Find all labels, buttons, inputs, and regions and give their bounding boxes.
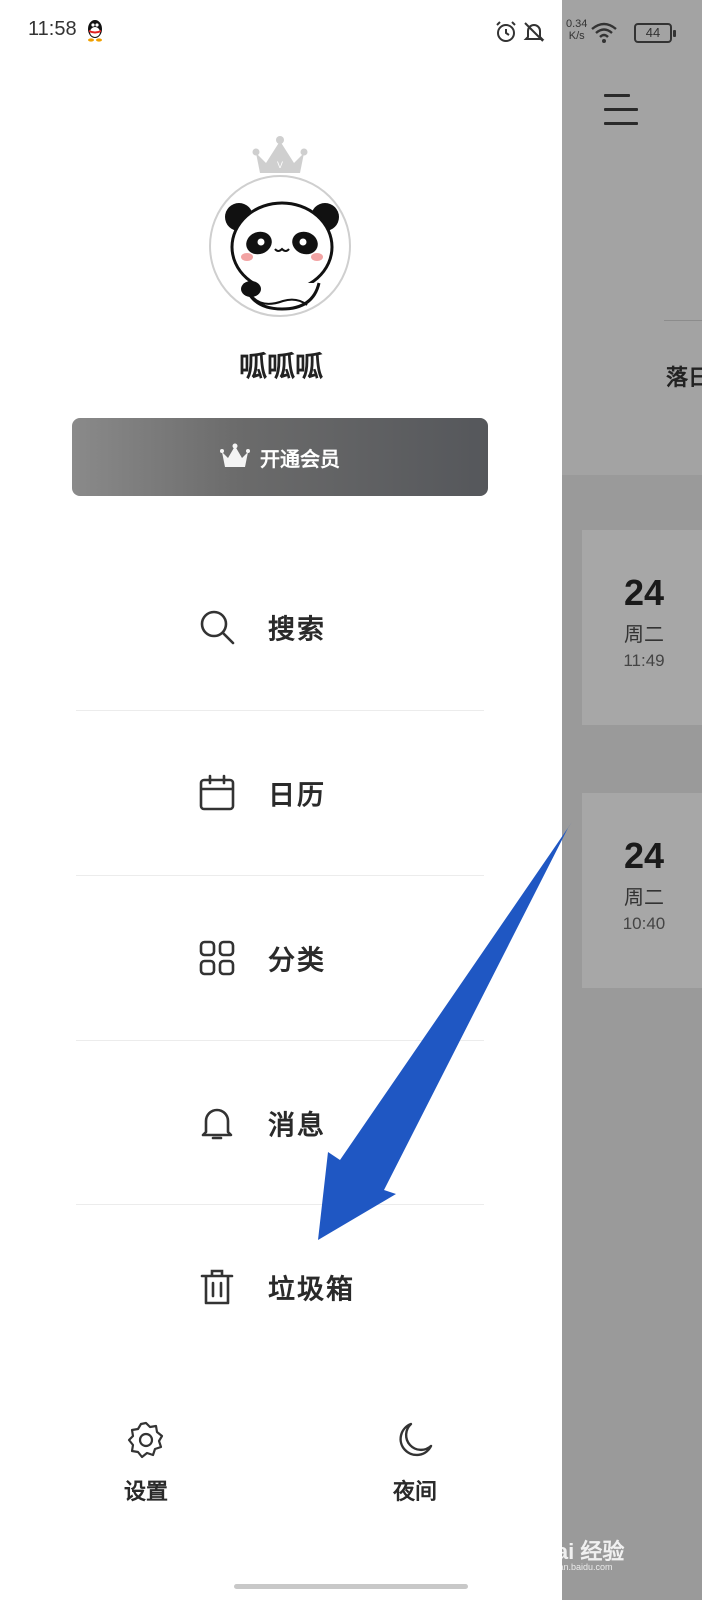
vip-crown-icon: V — [252, 136, 308, 173]
note-day: 24 — [623, 572, 665, 613]
avatar-area[interactable]: V — [205, 135, 355, 317]
menu-icon[interactable] — [604, 94, 638, 126]
open-vip-button[interactable]: 开通会员 — [72, 418, 488, 496]
main-header-area: 落日 — [562, 0, 702, 475]
night-mode-button[interactable]: 夜间 — [355, 1420, 475, 1510]
menu-item-messages[interactable]: 消息 — [76, 1041, 484, 1205]
battery-indicator: 44 — [634, 23, 676, 43]
settings-label: 设置 — [123, 1480, 168, 1505]
menu-item-trash[interactable]: 垃圾箱 — [76, 1205, 484, 1369]
main-screen-background[interactable]: 落日 24 周二 11:49 24 周二 10:40 — [562, 0, 702, 1600]
net-speed: 0.34 K/s — [566, 18, 588, 42]
panda-avatar-icon — [225, 201, 339, 311]
note-card[interactable]: 24 周二 11:49 — [582, 530, 702, 725]
svg-text:V: V — [277, 160, 283, 170]
qq-icon — [88, 20, 102, 42]
menu-item-search[interactable]: 搜索 — [76, 545, 484, 709]
avatar[interactable] — [209, 175, 351, 317]
note-day: 24 — [623, 835, 665, 876]
note-title: 落日 — [666, 366, 702, 391]
menu-label: 分类 — [268, 945, 326, 977]
status-bar: 11:58 0.34 K/s 44 — [0, 0, 676, 64]
bell-icon — [201, 1108, 233, 1140]
menu-item-category[interactable]: 分类 — [76, 876, 484, 1040]
status-icons: 0.34 K/s 44 — [496, 16, 702, 48]
navigation-drawer: 11:58 0.34 K/s 44 V 呱呱呱 开通会员 搜索 日历 分类 消息… — [0, 0, 676, 1600]
note-weekday: 周二 — [624, 622, 664, 646]
grid-icon — [199, 940, 235, 976]
trash-icon — [200, 1269, 234, 1305]
status-time: 11:58 — [28, 18, 77, 40]
search-icon — [200, 610, 235, 645]
wifi-icon — [591, 22, 617, 43]
note-time: 10:40 — [622, 914, 666, 933]
mute-icon — [523, 22, 545, 42]
baidu-watermark: Bai 经验 jingyan.baidu.com — [540, 1528, 700, 1572]
menu-label: 日历 — [268, 780, 326, 812]
note-time: 11:49 — [623, 651, 665, 670]
night-label: 夜间 — [392, 1480, 437, 1505]
user-name[interactable]: 呱呱呱 — [0, 345, 562, 385]
settings-button[interactable]: 设置 — [86, 1420, 206, 1510]
menu-label: 消息 — [268, 1110, 326, 1142]
moon-icon — [399, 1422, 433, 1457]
note-weekday: 周二 — [624, 885, 664, 909]
calendar-icon — [199, 774, 235, 811]
open-vip-label: 开通会员 — [260, 446, 340, 471]
note-card[interactable]: 24 周二 10:40 — [582, 793, 702, 988]
watermark-url: jingyan.baidu.com — [540, 1562, 613, 1572]
divider — [664, 320, 702, 321]
menu-label: 搜索 — [268, 614, 326, 646]
home-indicator[interactable] — [234, 1584, 468, 1589]
crown-icon — [220, 443, 250, 467]
gear-icon — [127, 1421, 164, 1459]
menu-label: 垃圾箱 — [268, 1274, 355, 1306]
alarm-icon — [496, 21, 516, 42]
menu-item-calendar[interactable]: 日历 — [76, 711, 484, 875]
